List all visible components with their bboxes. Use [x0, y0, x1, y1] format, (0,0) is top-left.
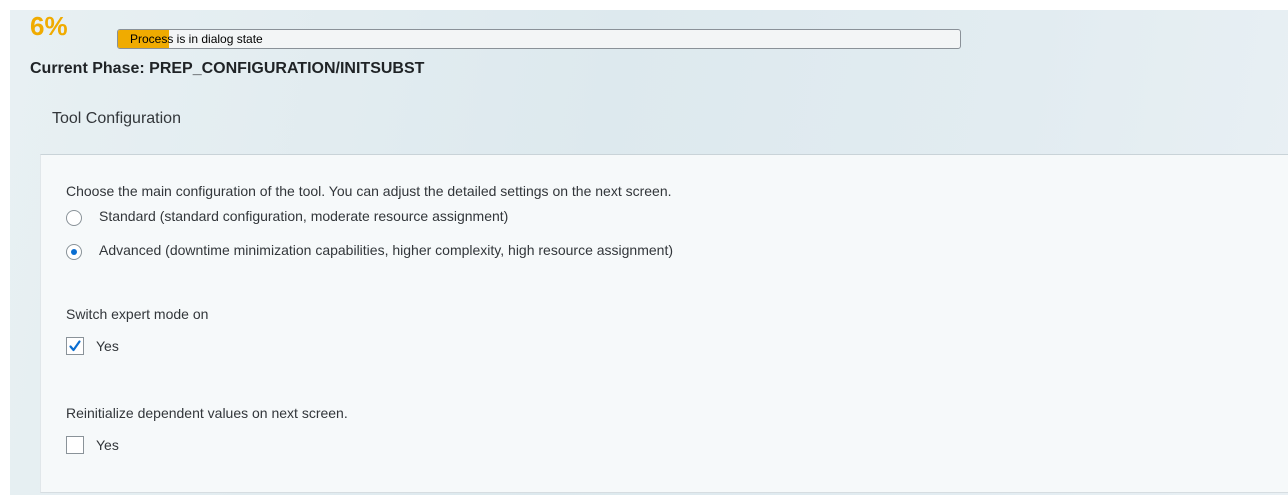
radio-advanced[interactable]	[66, 244, 82, 260]
radio-standard[interactable]	[66, 210, 82, 226]
radio-advanced-label[interactable]: Advanced (downtime minimization capabili…	[99, 242, 673, 258]
progress-status-text: Process is in dialog state	[130, 32, 263, 46]
reinitialize-question: Reinitialize dependent values on next sc…	[66, 405, 348, 421]
expert-mode-checkbox[interactable]	[66, 337, 84, 355]
radio-standard-label[interactable]: Standard (standard configuration, modera…	[99, 208, 508, 224]
configuration-instruction: Choose the main configuration of the too…	[66, 183, 672, 199]
expert-mode-yes-label[interactable]: Yes	[96, 338, 119, 354]
section-title: Tool Configuration	[52, 110, 181, 127]
current-phase-label: Current Phase: PREP_CONFIGURATION/INITSU…	[30, 60, 425, 77]
progress-percent: 6%	[30, 11, 68, 41]
reinitialize-checkbox[interactable]	[66, 436, 84, 454]
radio-advanced-selected-dot	[71, 249, 77, 255]
progress-bar: Process is in dialog state	[117, 29, 961, 49]
reinitialize-yes-label[interactable]: Yes	[96, 437, 119, 453]
checkmark-icon	[69, 340, 81, 352]
configuration-panel	[40, 154, 1288, 493]
expert-mode-question: Switch expert mode on	[66, 306, 209, 322]
